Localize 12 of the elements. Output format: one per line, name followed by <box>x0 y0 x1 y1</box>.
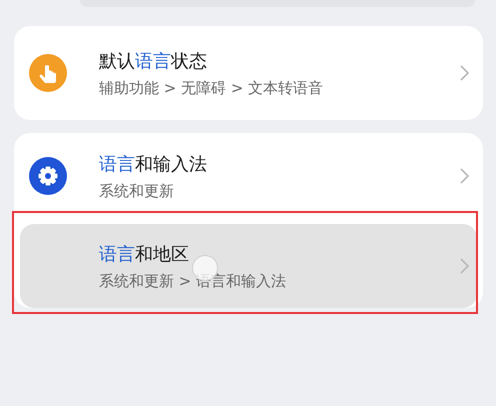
result-item[interactable]: 默认语言状态 辅助功能 > 无障碍 > 文本转语音 <box>14 26 483 120</box>
result-path: 辅助功能 > 无障碍 > 文本转语音 <box>99 78 324 98</box>
chevron-right-icon <box>460 258 469 274</box>
result-title: 语言和地区 <box>99 242 190 266</box>
chevron-right-icon <box>460 65 469 81</box>
result-path: 系统和更新 <box>99 182 175 200</box>
hand-icon <box>29 54 67 92</box>
chevron-right-icon <box>460 168 469 184</box>
result-title: 语言和输入法 <box>99 152 208 176</box>
result-item[interactable]: 语言和输入法 系统和更新 <box>14 133 483 219</box>
result-title: 默认语言状态 <box>99 50 208 72</box>
settings-icon <box>29 157 67 195</box>
